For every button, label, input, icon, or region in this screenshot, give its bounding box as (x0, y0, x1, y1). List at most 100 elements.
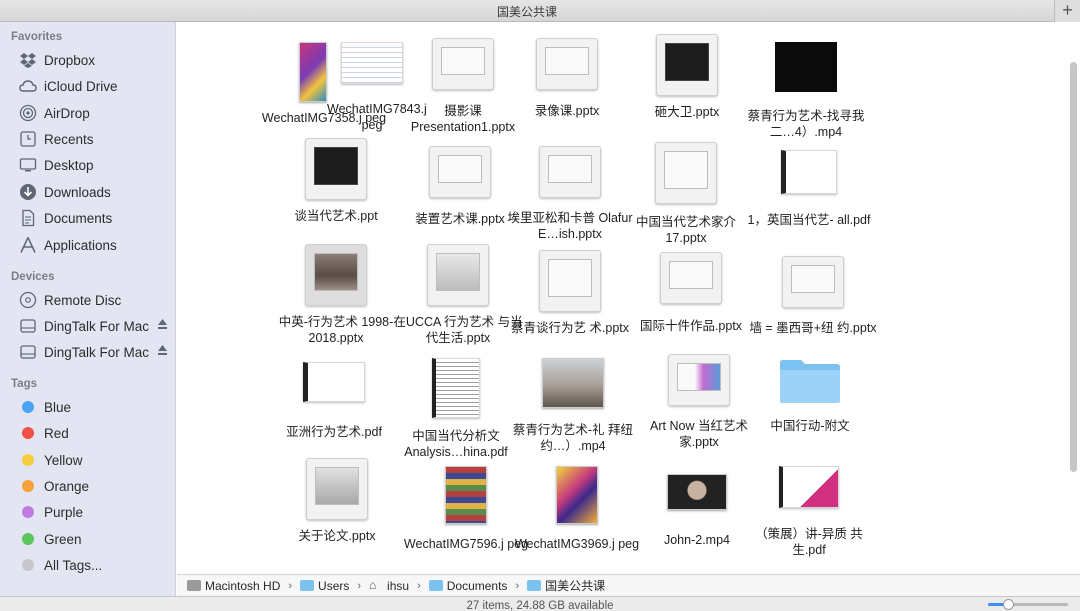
sidebar-item-applications[interactable]: Applications (0, 233, 176, 257)
file-name: 亚洲行为艺术.pdf (286, 425, 382, 439)
new-tab-button[interactable]: + (1054, 0, 1080, 22)
tag-label: Yellow (44, 452, 83, 468)
chevron-right-icon: › (357, 579, 362, 592)
sidebar-item-recents[interactable]: Recents (0, 127, 176, 151)
file-item[interactable]: 在UCCA 行为艺术 与当代生活.pptx (393, 244, 523, 345)
path-label: 国美公共课 (545, 579, 606, 593)
desktop-icon (19, 156, 37, 174)
chevron-right-icon: › (515, 579, 520, 592)
file-item[interactable]: 蔡青行为艺术-找寻我二…4）.mp4 (747, 42, 865, 152)
home-icon: ⌂ (369, 578, 377, 592)
folder-icon (300, 580, 315, 591)
file-item[interactable]: 装置艺术课.pptx (401, 146, 519, 246)
tag-color-dot (22, 401, 34, 413)
file-name: 中国当代分析文 Analysis…hina.pdf (404, 429, 508, 459)
file-thumbnail (341, 42, 403, 84)
scrollbar[interactable] (1070, 62, 1077, 472)
file-item[interactable]: 谈当代艺术.ppt (277, 138, 395, 238)
tag-color-dot (22, 480, 34, 492)
file-name: 国际十件作品.pptx (639, 319, 743, 333)
file-name: 蔡青行为艺术-礼 拜纽约…）.mp4 (512, 423, 634, 453)
sidebar-item-icloud-drive[interactable]: iCloud Drive (0, 74, 176, 98)
airdrop-icon (19, 104, 37, 122)
eject-icon[interactable] (158, 319, 167, 329)
file-item[interactable]: 中国行动-附文 (751, 354, 869, 454)
tag-all-tags[interactable]: All Tags... (0, 553, 176, 577)
file-item[interactable]: 中国当代艺术家介 17.pptx (627, 142, 745, 245)
eject-icon[interactable] (158, 345, 167, 355)
tab-bar: 国美公共课 + (0, 0, 1080, 22)
sidebar-item-remote-disc[interactable]: Remote Disc (0, 288, 176, 312)
sidebar-item-airdrop[interactable]: AirDrop (0, 101, 176, 125)
status-bar: 27 items, 24.88 GB available (0, 596, 1080, 611)
file-item[interactable]: 蔡青谈行为艺 术.pptx (511, 250, 629, 350)
hard-drive-icon (187, 580, 201, 591)
path-segment-macintosh-hd[interactable]: Macintosh HD (187, 579, 280, 593)
file-name: 蔡青行为艺术-找寻我二…4）.mp4 (747, 109, 865, 139)
tag-blue[interactable]: Blue (0, 395, 176, 419)
sidebar-heading-devices: Devices (11, 271, 55, 283)
file-name: 墙 = 墨西哥+纽 约.pptx (749, 321, 877, 335)
file-item[interactable]: John-2.mp4 (638, 474, 756, 574)
file-item[interactable]: WechatIMG3969.j peg (515, 466, 639, 566)
file-name: 埃里亚松和卡普 Olafur E…ish.pptx (507, 211, 633, 241)
sidebar-item-downloads[interactable]: Downloads (0, 180, 176, 204)
path-label: Macintosh HD (205, 578, 281, 593)
file-item[interactable]: 中英-行为艺术 1998-2018.pptx (277, 244, 395, 345)
file-item[interactable]: Art Now 当红艺术 家.pptx (640, 354, 758, 454)
tag-orange[interactable]: Orange (0, 474, 176, 498)
file-item[interactable]: 录像课.pptx (508, 38, 626, 148)
sidebar-item-label: Documents (44, 210, 113, 226)
file-item[interactable]: 墙 = 墨西哥+纽 约.pptx (749, 256, 877, 356)
file-item[interactable]: 1，英国当代艺- all.pdf (748, 150, 870, 250)
sidebar-item-dingtalk-2[interactable]: DingTalk For Mac (0, 340, 176, 364)
file-thumbnail (427, 244, 489, 306)
icon-size-slider[interactable] (988, 599, 1068, 610)
path-segment-documents[interactable]: Documents (428, 579, 507, 593)
sidebar-item-desktop[interactable]: Desktop (0, 153, 176, 177)
file-item[interactable]: 摄影课 Presentation1.pptx (404, 38, 522, 148)
slider-knob[interactable] (1003, 599, 1014, 610)
file-item[interactable]: （策展）讲-异质 共生.pdf (750, 466, 868, 566)
file-item[interactable]: 亚洲行为艺术.pdf (275, 362, 393, 462)
file-name: 关于论文.pptx (298, 529, 376, 543)
path-segment-users[interactable]: Users (300, 579, 349, 593)
sidebar-item-dingtalk-1[interactable]: DingTalk For Mac (0, 314, 176, 338)
window-title[interactable]: 国美公共课 (0, 3, 1054, 20)
sidebar-item-documents[interactable]: Documents (0, 206, 176, 230)
file-item[interactable]: 埃里亚松和卡普 Olafur E…ish.pptx (507, 146, 633, 246)
tag-color-dot (22, 427, 34, 439)
sidebar-item-label: AirDrop (44, 105, 90, 121)
sidebar-item-dropbox[interactable]: Dropbox (0, 48, 176, 72)
file-thumbnail (656, 34, 718, 96)
path-segment-current[interactable]: 国美公共课 (527, 577, 605, 594)
file-item[interactable]: 国际十件作品.pptx (632, 252, 750, 352)
file-thumbnail (781, 150, 837, 194)
tag-yellow[interactable]: Yellow (0, 448, 176, 472)
file-name: John-2.mp4 (663, 533, 730, 547)
file-thumbnail (775, 42, 837, 92)
chevron-right-icon: › (288, 579, 293, 592)
drive-icon (19, 343, 37, 361)
path-segment-ihsu[interactable]: ⌂ ihsu (369, 579, 409, 593)
sidebar-heading-tags: Tags (11, 378, 37, 390)
tag-purple[interactable]: Purple (0, 500, 176, 524)
file-thumbnail (779, 466, 839, 508)
download-icon (19, 183, 37, 201)
tag-color-dot (22, 506, 34, 518)
file-item[interactable]: 蔡青行为艺术-礼 拜纽约…）.mp4 (513, 358, 633, 458)
file-name: 蔡青谈行为艺 术.pptx (510, 321, 630, 335)
file-thumbnail (660, 252, 722, 304)
tag-red[interactable]: Red (0, 421, 176, 445)
file-item[interactable]: 关于论文.pptx (278, 458, 396, 558)
file-name: 谈当代艺术.ppt (294, 209, 378, 223)
file-item[interactable]: 中国当代分析文 Analysis…hina.pdf (397, 358, 515, 459)
tag-green[interactable]: Green (0, 527, 176, 551)
tag-label: Red (44, 425, 69, 441)
file-item[interactable]: 砸大卫.pptx (628, 34, 746, 144)
file-item[interactable]: WechatIMG7596.j peg (404, 466, 528, 566)
file-thumbnail (305, 244, 367, 306)
file-thumbnail (536, 38, 598, 90)
file-thumbnail (305, 138, 367, 200)
file-name: 中国行动-附文 (770, 419, 850, 433)
